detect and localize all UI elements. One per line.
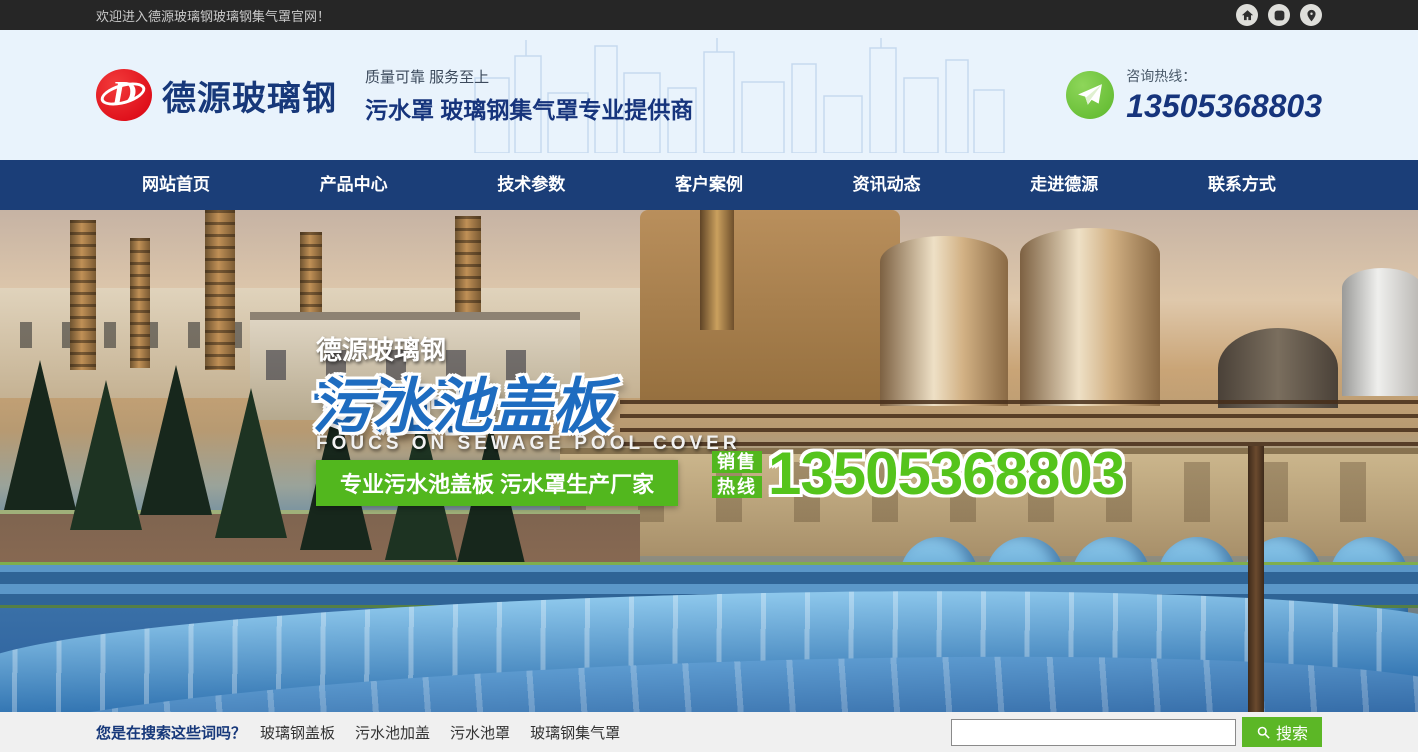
search-input[interactable] <box>951 719 1236 746</box>
instagram-icon[interactable] <box>1268 4 1290 26</box>
main-nav: 网站首页 产品中心 技术参数 客户案例 资讯动态 走进德源 联系方式 <box>0 160 1418 210</box>
header-slogan: 质量可靠 服务至上 污水罩 玻璃钢集气罩专业提供商 <box>365 66 693 125</box>
sales-hotline-label: 销售 热线 <box>712 451 762 498</box>
hero-art-tree <box>140 365 212 515</box>
search-button[interactable]: 搜索 <box>1242 717 1322 747</box>
social-links <box>1236 4 1322 26</box>
hero-art-tree <box>4 360 76 510</box>
hero-art-tree <box>215 388 287 538</box>
hero-headline-main: 污水池盖板 <box>312 358 612 445</box>
nav-item-specs[interactable]: 技术参数 <box>487 160 575 210</box>
keyword-link-1[interactable]: 玻璃钢盖板 <box>260 722 335 743</box>
hero-art-tank <box>880 236 1008 406</box>
header-hotline: 咨询热线： 13505368803 <box>1066 66 1322 125</box>
nav-item-products[interactable]: 产品中心 <box>310 160 398 210</box>
nav-item-contact[interactable]: 联系方式 <box>1198 160 1286 210</box>
slogan-big: 污水罩 玻璃钢集气罩专业提供商 <box>365 91 693 125</box>
hero-art-tower <box>70 220 96 370</box>
hero-art-tree <box>70 380 142 530</box>
hero-sales-hotline: 销售 热线 13505368803 <box>712 444 1124 504</box>
logo-text: 德源玻璃钢 <box>162 71 337 120</box>
nav-item-home[interactable]: 网站首页 <box>132 160 220 210</box>
logo-d-icon: D <box>96 69 152 121</box>
search-prompt: 您是在搜索这些词吗？ <box>96 722 246 743</box>
location-icon[interactable] <box>1300 4 1322 26</box>
home-icon[interactable] <box>1236 4 1258 26</box>
keyword-link-3[interactable]: 污水池罩 <box>450 722 510 743</box>
hero-art-tank <box>1020 228 1160 406</box>
paper-plane-icon <box>1066 71 1114 119</box>
hero-art-tower <box>205 210 235 370</box>
hero-art-tank <box>1342 268 1418 396</box>
search-strip: 您是在搜索这些词吗？ 玻璃钢盖板 污水池加盖 污水池罩 玻璃钢集气罩 搜索 <box>0 712 1418 752</box>
hero-art-tower <box>130 238 150 368</box>
sales-hotline-number: 13505368803 <box>768 444 1124 504</box>
site-header: D 德源玻璃钢 质量可靠 服务至上 污水罩 玻璃钢集气罩专业提供商 咨询热线： … <box>0 30 1418 160</box>
nav-item-about[interactable]: 走进德源 <box>1020 160 1108 210</box>
hero-banner: 德源玻璃钢 专注于污水池盖板 FOUCS ON SEWAGE POOL COVE… <box>0 210 1418 712</box>
hero-art-pole <box>1248 446 1264 712</box>
site-logo[interactable]: D 德源玻璃钢 <box>96 69 337 121</box>
slogan-small: 质量可靠 服务至上 <box>365 66 693 87</box>
nav-item-news[interactable]: 资讯动态 <box>843 160 931 210</box>
search-button-label: 搜索 <box>1276 720 1308 744</box>
welcome-text: 欢迎进入德源玻璃钢玻璃钢集气罩官网！ <box>96 6 330 25</box>
hotline-label: 咨询热线： <box>1126 66 1322 86</box>
hotline-number: 13505368803 <box>1126 88 1322 125</box>
hero-art-refinery <box>640 210 900 400</box>
keyword-link-4[interactable]: 玻璃钢集气罩 <box>530 722 620 743</box>
hot-keywords: 玻璃钢盖板 污水池加盖 污水池罩 玻璃钢集气罩 <box>260 722 620 743</box>
nav-item-cases[interactable]: 客户案例 <box>665 160 753 210</box>
hero-banner-button[interactable]: 专业污水池盖板 污水罩生产厂家 <box>316 460 678 506</box>
keyword-link-2[interactable]: 污水池加盖 <box>355 722 430 743</box>
magnifier-icon <box>1256 725 1271 740</box>
top-bar: 欢迎进入德源玻璃钢玻璃钢集气罩官网！ <box>0 0 1418 30</box>
hero-art-tank <box>1218 328 1338 408</box>
hero-subheadline: FOUCS ON SEWAGE POOL COVER <box>316 433 741 455</box>
search-box: 搜索 <box>951 717 1322 747</box>
